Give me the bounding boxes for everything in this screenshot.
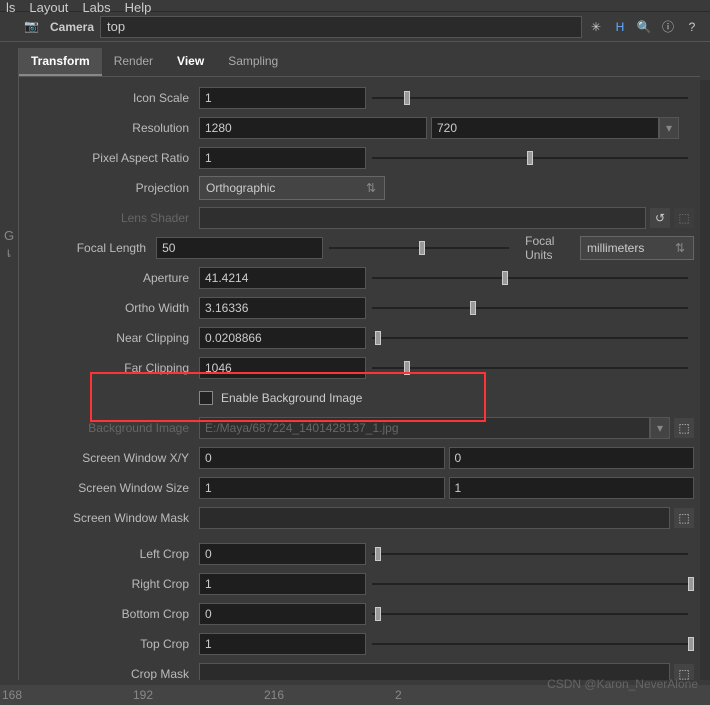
aperture-input[interactable] <box>199 267 366 289</box>
menu-item[interactable]: Help <box>125 0 152 15</box>
near-clip-slider[interactable] <box>372 331 688 345</box>
left-crop-slider[interactable] <box>372 547 688 561</box>
node-path-input[interactable] <box>100 16 582 38</box>
near-clip-input[interactable] <box>199 327 366 349</box>
scrollbar-vertical[interactable] <box>700 80 710 680</box>
chevron-updown-icon: ⇅ <box>366 181 378 195</box>
parameter-panel: Transform Render View Sampling Icon Scal… <box>18 48 700 680</box>
swin-w-input[interactable] <box>199 477 445 499</box>
menu-item[interactable]: Layout <box>29 0 68 15</box>
ruler-tick: 168 <box>2 688 22 702</box>
label-far-clip: Far Clipping <box>19 361 199 375</box>
label-swin-xy: Screen Window X/Y <box>19 451 199 465</box>
label-bg-image: Background Image <box>19 421 199 435</box>
ruler-tick: 216 <box>264 688 284 702</box>
left-shelf: Gเ <box>0 48 18 680</box>
node-path-bar: 📷 Camera ✳ H 🔍 ⓘ ? <box>0 12 710 42</box>
tab-render[interactable]: Render <box>102 48 165 76</box>
far-clip-slider[interactable] <box>372 361 688 375</box>
ortho-width-input[interactable] <box>199 297 366 319</box>
label-crop-mask: Crop Mask <box>19 667 199 680</box>
label-near-clip: Near Clipping <box>19 331 199 345</box>
menubar: ls Layout Labs Help <box>0 0 710 12</box>
h-icon[interactable]: H <box>612 19 628 35</box>
focal-units-dropdown[interactable]: millimeters⇅ <box>580 236 694 260</box>
bottom-crop-slider[interactable] <box>372 607 688 621</box>
watermark: CSDN @Karon_NeverAlone <box>547 677 698 691</box>
bg-image-path: E:/Maya/687224_1401428137_1.jpg <box>199 417 650 439</box>
label-left-crop: Left Crop <box>19 547 199 561</box>
node-type-label: Camera <box>50 20 94 34</box>
picker-icon[interactable]: ⬚ <box>674 208 694 228</box>
pixel-aspect-input[interactable] <box>199 147 366 169</box>
aperture-slider[interactable] <box>372 271 688 285</box>
swin-h-input[interactable] <box>449 477 695 499</box>
camera-icon: 📷 <box>24 19 44 35</box>
icon-scale-input[interactable] <box>199 87 366 109</box>
file-browser-icon[interactable]: ⬚ <box>674 418 694 438</box>
label-icon-scale: Icon Scale <box>19 91 199 105</box>
swin-y-input[interactable] <box>449 447 695 469</box>
ortho-width-slider[interactable] <box>372 301 688 315</box>
right-crop-slider[interactable] <box>372 577 688 591</box>
chevron-updown-icon: ⇅ <box>675 241 687 255</box>
label-lens-shader: Lens Shader <box>19 211 199 225</box>
label-swin-mask: Screen Window Mask <box>19 511 199 525</box>
label-aperture: Aperture <box>19 271 199 285</box>
lens-shader-input <box>199 207 646 229</box>
enable-bg-checkbox[interactable] <box>199 391 213 405</box>
tab-transform[interactable]: Transform <box>19 48 102 76</box>
menu-item[interactable]: Labs <box>82 0 110 15</box>
label-pixel-aspect: Pixel Aspect Ratio <box>19 151 199 165</box>
label-focal-units: Focal Units <box>515 234 580 262</box>
projection-dropdown[interactable]: Orthographic⇅ <box>199 176 385 200</box>
help-icon[interactable]: ? <box>684 19 700 35</box>
right-crop-input[interactable] <box>199 573 366 595</box>
label-top-crop: Top Crop <box>19 637 199 651</box>
swin-x-input[interactable] <box>199 447 445 469</box>
label-bottom-crop: Bottom Crop <box>19 607 199 621</box>
label-swin-size: Screen Window Size <box>19 481 199 495</box>
tab-bar: Transform Render View Sampling <box>19 48 700 77</box>
label-focal-length: Focal Length <box>19 241 156 255</box>
menu-item[interactable]: ls <box>6 0 15 15</box>
params-list: Icon Scale Resolution ▾ Pixel Aspect Rat… <box>19 78 700 680</box>
tab-view[interactable]: View <box>165 48 216 76</box>
search-icon[interactable]: 🔍 <box>636 19 652 35</box>
top-crop-slider[interactable] <box>372 637 688 651</box>
info-icon[interactable]: ⓘ <box>660 19 676 35</box>
bottom-crop-input[interactable] <box>199 603 366 625</box>
icon-scale-slider[interactable] <box>372 91 688 105</box>
resolution-preset-button[interactable]: ▾ <box>659 117 679 139</box>
top-crop-input[interactable] <box>199 633 366 655</box>
ruler-tick: 192 <box>133 688 153 702</box>
focal-length-input[interactable] <box>156 237 323 259</box>
bg-image-dropdown[interactable]: ▾ <box>650 417 670 439</box>
label-enable-bg: Enable Background Image <box>221 391 362 405</box>
label-projection: Projection <box>19 181 199 195</box>
tab-sampling[interactable]: Sampling <box>216 48 290 76</box>
pixel-aspect-slider[interactable] <box>372 151 688 165</box>
resolution-x-input[interactable] <box>199 117 427 139</box>
far-clip-input[interactable] <box>199 357 366 379</box>
label-resolution: Resolution <box>19 121 199 135</box>
focal-length-slider[interactable] <box>329 241 509 255</box>
resolution-y-input[interactable] <box>431 117 659 139</box>
gear-icon[interactable]: ✳ <box>588 19 604 35</box>
reset-icon[interactable]: ↺ <box>650 208 670 228</box>
picker-icon[interactable]: ⬚ <box>674 508 694 528</box>
ruler-tick: 2 <box>395 688 402 702</box>
label-ortho-width: Ortho Width <box>19 301 199 315</box>
swin-mask-input[interactable] <box>199 507 670 529</box>
label-right-crop: Right Crop <box>19 577 199 591</box>
left-crop-input[interactable] <box>199 543 366 565</box>
